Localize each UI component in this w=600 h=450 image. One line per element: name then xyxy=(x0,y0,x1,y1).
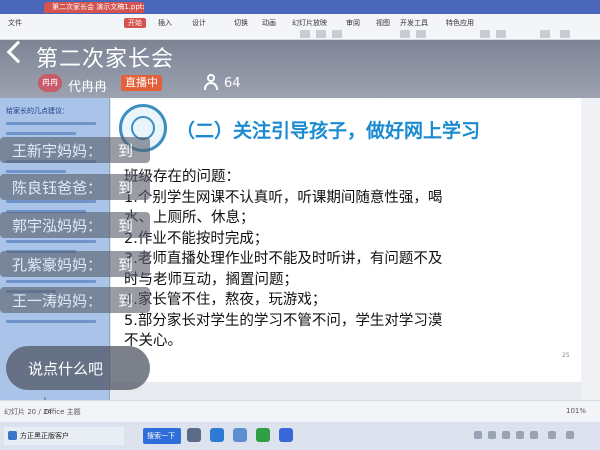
tray-icon[interactable] xyxy=(530,431,538,439)
slide-line: 水、上厕所、休息； xyxy=(124,210,255,226)
task-view-icon[interactable] xyxy=(187,428,201,442)
slide-line: 5.部分家长对学生的学习不管不问，学生对学习漠 xyxy=(124,312,443,329)
chat-input[interactable]: 说点什么吧 xyxy=(6,346,150,390)
menu-features[interactable]: 特色应用 xyxy=(446,18,474,28)
chat-message: 陈良钰爸爸： 到 xyxy=(0,174,150,200)
tray-icon[interactable] xyxy=(474,431,482,439)
tool-icon[interactable] xyxy=(416,30,426,38)
theme-label: Office 主题 xyxy=(44,408,81,416)
zoom-level[interactable]: 101% xyxy=(566,407,586,415)
slide-line: 不关心。 xyxy=(124,333,182,349)
tool-icon[interactable] xyxy=(332,30,342,38)
tool-icon[interactable] xyxy=(480,30,490,38)
slide-line: 3.老师直播处理作业时不能及时听讲，有问题不及 xyxy=(124,251,443,267)
tool-icon[interactable] xyxy=(300,30,310,38)
menu-developer[interactable]: 开发工具 xyxy=(400,18,428,28)
chat-sender: 郭宇泓妈妈： xyxy=(12,217,103,235)
menu-slideshow[interactable]: 幻灯片放映 xyxy=(292,18,327,28)
chat-message: 王一涛妈妈： 到 xyxy=(0,287,150,313)
file-tab[interactable]: 第二次家长会 演示文稿1.pptx xyxy=(44,2,144,13)
tool-icon[interactable] xyxy=(540,30,550,38)
slide-line: 1.个别学生网课不认真听，听课期间随意性强，喝 xyxy=(124,189,443,206)
chat-message: 孔紫豪妈妈： 到 xyxy=(0,251,150,277)
tool-icon[interactable] xyxy=(496,30,506,38)
host-name: 代冉冉 xyxy=(68,80,108,95)
menu-review[interactable]: 审阅 xyxy=(346,18,360,28)
menu-transitions[interactable]: 切换 xyxy=(234,18,248,28)
chat-message: 王新宇妈妈： 到 xyxy=(0,137,150,163)
app-icon xyxy=(8,431,17,440)
host-avatar[interactable]: 冉冉 xyxy=(38,74,62,92)
menu-design[interactable]: 设计 xyxy=(192,18,206,28)
tray-icon[interactable] xyxy=(566,431,574,439)
chat-message: 郭宇泓妈妈： 到 xyxy=(0,212,150,238)
chat-text: 到 xyxy=(118,142,134,160)
slide-page-mark: 25 xyxy=(562,352,570,359)
status-bar: 幻灯片 20 / 24 Office 主题 101% xyxy=(0,400,600,422)
menu-file[interactable]: 文件 xyxy=(8,18,22,28)
chat-sender: 王一涛妈妈： xyxy=(12,292,103,310)
thumbnail-hint: 给家长的几点建议： xyxy=(6,107,69,115)
menu-view[interactable]: 视图 xyxy=(376,18,390,28)
tray-icon[interactable] xyxy=(516,431,524,439)
slide-line: 4.家长管不住，熬夜，玩游戏； xyxy=(124,292,327,308)
ribbon: 文件 开始 插入 设计 切换 动画 幻灯片放映 审阅 视图 开发工具 特色应用 xyxy=(0,14,600,40)
menu-animations[interactable]: 动画 xyxy=(262,18,276,28)
slide-line: 2.作业不能按时完成； xyxy=(124,230,269,247)
tool-icon[interactable] xyxy=(400,30,410,38)
tool-icon[interactable] xyxy=(560,30,570,38)
chat-sender: 孔紫豪妈妈： xyxy=(12,256,103,274)
viewer-count: 64 xyxy=(224,76,241,91)
menu-insert[interactable]: 插入 xyxy=(158,18,172,28)
slide-line: 时与老师互动，搁置问题； xyxy=(124,271,298,288)
tray-icon[interactable] xyxy=(548,431,556,439)
chat-text: 到 xyxy=(118,179,134,197)
menu-home[interactable]: 开始 xyxy=(124,18,146,28)
live-badge: 直播中 xyxy=(121,75,162,91)
wechat-icon[interactable] xyxy=(256,428,270,442)
chat-text: 到 xyxy=(118,256,134,274)
chat-input-placeholder: 说点什么吧 xyxy=(28,360,104,378)
viewer-icon xyxy=(204,74,218,90)
taskbar-app-item[interactable]: 方正黑正版客户 xyxy=(4,427,124,445)
taskbar: 方正黑正版客户 搜索一下 xyxy=(0,422,600,450)
app-icon[interactable] xyxy=(279,428,293,442)
chat-text: 到 xyxy=(118,292,134,310)
tray-icon[interactable] xyxy=(502,431,510,439)
stream-title: 第二次家长会 xyxy=(36,46,175,71)
chat-sender: 王新宇妈妈： xyxy=(12,142,103,160)
tool-icon[interactable] xyxy=(316,30,326,38)
tray-icon[interactable] xyxy=(488,431,496,439)
side-scrollbar[interactable] xyxy=(581,98,600,400)
app-titlebar: 第二次家长会 演示文稿1.pptx xyxy=(0,0,600,14)
chat-sender: 陈良钰爸爸： xyxy=(12,179,103,197)
browser-icon[interactable] xyxy=(210,428,224,442)
slide-line: 班级存在的问题： xyxy=(124,169,240,185)
app-icon[interactable] xyxy=(233,428,247,442)
taskbar-search-button[interactable]: 搜索一下 xyxy=(143,428,181,444)
slide-body: 班级存在的问题： 1.个别学生网课不认真听，听课期间随意性强，喝 水、上厕所、休… xyxy=(124,167,574,352)
taskbar-app-label: 方正黑正版客户 xyxy=(20,432,69,440)
slide-title: （二）关注引导孩子，做好网上学习 xyxy=(176,120,481,142)
chat-text: 到 xyxy=(118,217,134,235)
